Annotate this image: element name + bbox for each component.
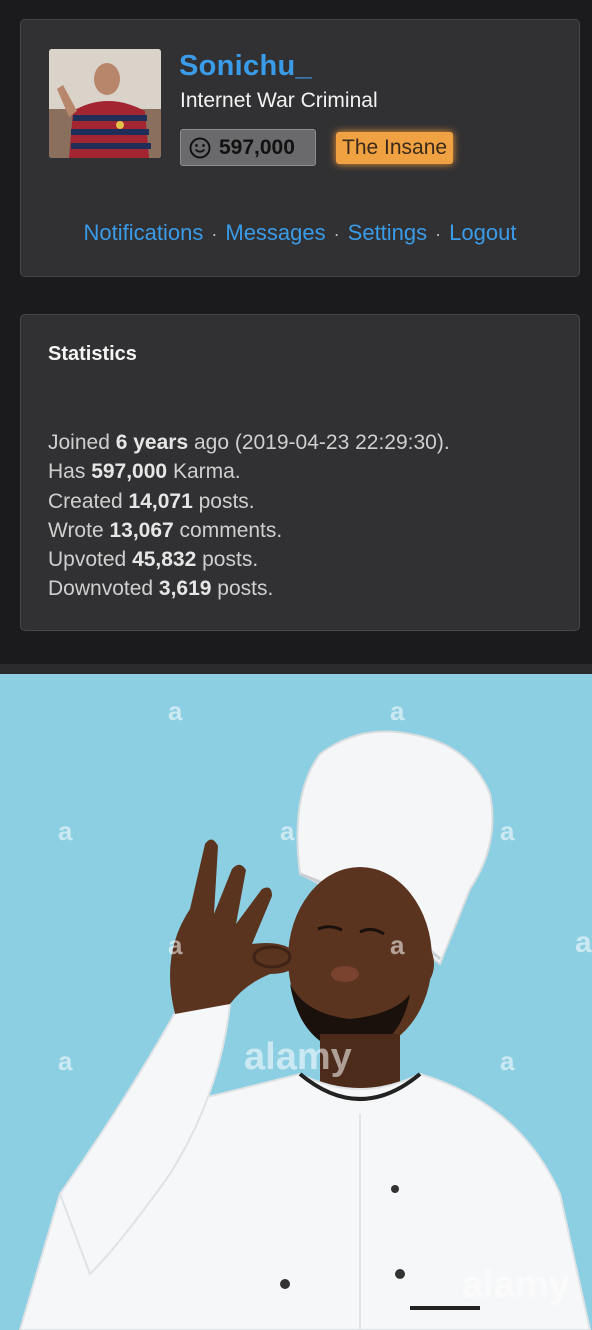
stat-created: Created 14,071 posts. <box>48 489 255 513</box>
account-nav: Notifications · Messages · Settings · Logout <box>21 220 579 246</box>
watermark: a <box>390 930 405 960</box>
nav-separator: · <box>333 224 340 244</box>
avatar[interactable] <box>49 49 161 158</box>
chef-illustration <box>0 674 592 1330</box>
logout-link[interactable]: Logout <box>449 220 516 245</box>
stat-wrote: Wrote 13,067 comments. <box>48 518 283 542</box>
watermark: alamy <box>244 1036 352 1078</box>
nav-separator: · <box>211 224 218 244</box>
karma-value: 597,000 <box>219 135 295 159</box>
rank-badge: The Insane <box>336 132 454 164</box>
watermark: a <box>575 926 592 959</box>
watermark: a <box>500 816 515 846</box>
watermark: a <box>58 1046 73 1076</box>
notifications-link[interactable]: Notifications <box>84 220 204 245</box>
avatar-image <box>49 49 161 158</box>
smiley-icon <box>189 137 211 158</box>
watermark: a <box>58 816 73 846</box>
statistics-heading: Statistics <box>48 343 137 365</box>
karma-badge: 597,000 <box>180 129 316 166</box>
stat-joined: Joined 6 years ago (2019-04-23 22:29:30)… <box>48 431 450 454</box>
watermark: a <box>168 696 183 726</box>
watermark: alamy <box>462 1264 570 1306</box>
statistics-list: Joined 6 years ago (2019-04-23 22:29:30)… <box>48 428 450 604</box>
stat-downvoted: Downvoted 3,619 posts. <box>48 577 274 601</box>
chef-kiss-photo: a a a a a a a a a alamy a alamy <box>0 674 592 1330</box>
messages-link[interactable]: Messages <box>225 220 325 245</box>
watermark: a <box>500 1046 515 1076</box>
stat-upvoted: Upvoted 45,832 posts. <box>48 548 259 572</box>
username[interactable]: Sonichu_ <box>179 50 312 83</box>
profile-card: Sonichu_ Internet War Criminal 597,000 T… <box>20 19 580 277</box>
watermark: a <box>280 816 295 846</box>
watermark: a <box>168 930 183 960</box>
settings-link[interactable]: Settings <box>348 220 428 245</box>
profile-page: Sonichu_ Internet War Criminal 597,000 T… <box>0 0 592 664</box>
nav-separator: · <box>435 224 442 244</box>
section-divider <box>0 664 592 674</box>
statistics-card: Statistics Joined 6 years ago (2019-04-2… <box>20 314 580 631</box>
user-title: Internet War Criminal <box>180 89 378 112</box>
stat-karma: Has 597,000 Karma. <box>48 460 241 484</box>
watermark: a <box>390 696 405 726</box>
